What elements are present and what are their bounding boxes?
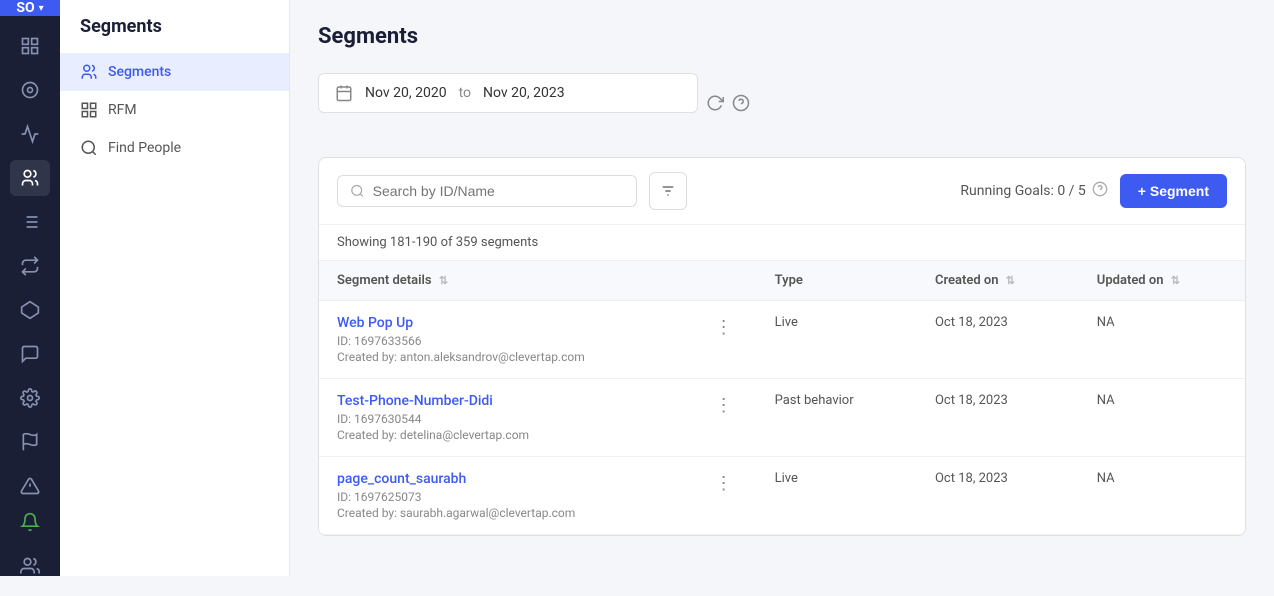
date-to-value: Nov 20, 2023 (483, 85, 565, 101)
flags-icon[interactable] (10, 424, 50, 460)
cell-created-on-2: Oct 18, 2023 (917, 457, 1079, 535)
sidebar: Segments Segments RFM Find People (60, 0, 290, 576)
segment-id-1: ID: 1697630544 (337, 412, 709, 426)
segment-name-0[interactable]: Web Pop Up (337, 315, 709, 331)
sidebar-item-find-people[interactable]: Find People (60, 129, 289, 167)
sidebar-title: Segments (60, 16, 289, 53)
cell-segment-details-2: page_count_saurabh ID: 1697625073 Create… (319, 457, 757, 535)
icon-bar: SO ▾ (0, 0, 60, 576)
search-icon (350, 183, 365, 199)
rfm-nav-icon (80, 101, 98, 119)
filter-button[interactable] (649, 172, 687, 210)
avatar-initials: SO (16, 0, 34, 16)
date-separator: to (459, 85, 471, 101)
refresh-icon[interactable] (706, 94, 724, 116)
team-icon[interactable] (10, 548, 50, 584)
filter-icon (660, 183, 676, 199)
add-segment-button[interactable]: + Segment (1120, 174, 1227, 208)
date-from: Nov 20, 2020 (365, 85, 447, 101)
segment-created-by-2: Created by: saurabh.agarwal@clevertap.co… (337, 506, 709, 520)
dashboard-icon[interactable] (10, 28, 50, 64)
alerts-icon[interactable] (10, 468, 50, 504)
controls-row: Running Goals: 0 / 5 + Segment (319, 158, 1245, 225)
icon-bar-bottom (10, 504, 50, 596)
search-wrap[interactable] (337, 175, 637, 207)
bell-icon[interactable] (10, 504, 50, 540)
segment-name-2[interactable]: page_count_saurabh (337, 471, 709, 487)
connectors-icon[interactable] (10, 292, 50, 328)
page-title: Segments (318, 24, 1246, 49)
cell-updated-on-0: NA (1079, 301, 1245, 379)
cell-updated-on-1: NA (1079, 379, 1245, 457)
analytics-icon[interactable] (10, 116, 50, 152)
segments-nav-icon (80, 63, 98, 81)
cell-created-on-0: Oct 18, 2023 (917, 301, 1079, 379)
sidebar-item-rfm-label: RFM (108, 102, 137, 118)
cell-segment-details-1: Test-Phone-Number-Didi ID: 1697630544 Cr… (319, 379, 757, 457)
showing-text: Showing 181-190 of 359 segments (319, 225, 1245, 261)
sidebar-item-rfm[interactable]: RFM (60, 91, 289, 129)
cell-updated-on-2: NA (1079, 457, 1245, 535)
date-range-bar[interactable]: Nov 20, 2020 to Nov 20, 2023 (318, 73, 698, 113)
segment-created-by-0: Created by: anton.aleksandrov@clevertap.… (337, 350, 709, 364)
sidebar-item-segments[interactable]: Segments (60, 53, 289, 91)
table-row: Web Pop Up ID: 1697633566 Created by: an… (319, 301, 1245, 379)
calendar-icon (335, 84, 353, 102)
col-type: Type (757, 261, 917, 301)
settings-icon[interactable] (10, 380, 50, 416)
table-row: page_count_saurabh ID: 1697625073 Create… (319, 457, 1245, 535)
segment-created-by-1: Created by: detelina@clevertap.com (337, 428, 709, 442)
segments-icon[interactable] (10, 160, 50, 196)
sidebar-item-segments-label: Segments (108, 64, 171, 80)
segment-name-1[interactable]: Test-Phone-Number-Didi (337, 393, 709, 409)
col-segment-details[interactable]: Segment details ⇅ (319, 261, 757, 301)
avatar-section[interactable]: SO ▾ (0, 0, 60, 16)
cell-type-0: Live (757, 301, 917, 379)
table-controls: Running Goals: 0 / 5 + Segment Showing 1… (318, 157, 1246, 536)
row-menu-button-0[interactable]: ⋮ (709, 315, 739, 340)
row-menu-button-2[interactable]: ⋮ (709, 471, 739, 496)
table-row: Test-Phone-Number-Didi ID: 1697630544 Cr… (319, 379, 1245, 457)
sort-icon-segment: ⇅ (439, 274, 448, 287)
search-input[interactable] (373, 183, 624, 199)
find-people-nav-icon (80, 139, 98, 157)
sort-icon-created: ⇅ (1006, 274, 1015, 287)
cell-type-1: Past behavior (757, 379, 917, 457)
sort-icon-updated: ⇅ (1171, 274, 1180, 287)
running-goals: Running Goals: 0 / 5 (960, 181, 1107, 201)
running-goals-help-icon[interactable] (1092, 181, 1108, 201)
segment-id-0: ID: 1697633566 (337, 334, 709, 348)
segments-table: Segment details ⇅ Type Created on ⇅ Upda… (319, 261, 1245, 535)
chevron-down-icon: ▾ (39, 3, 44, 14)
help-icon[interactable] (732, 94, 750, 116)
cell-type-2: Live (757, 457, 917, 535)
row-menu-button-1[interactable]: ⋮ (709, 393, 739, 418)
campaigns-icon[interactable] (10, 72, 50, 108)
cell-segment-details-0: Web Pop Up ID: 1697633566 Created by: an… (319, 301, 757, 379)
date-row: Nov 20, 2020 to Nov 20, 2023 (318, 73, 1246, 137)
col-updated-on[interactable]: Updated on ⇅ (1079, 261, 1245, 301)
funnels-icon[interactable] (10, 204, 50, 240)
sidebar-item-find-people-label: Find People (108, 140, 181, 156)
support-icon[interactable] (10, 336, 50, 372)
segment-id-2: ID: 1697625073 (337, 490, 709, 504)
main-content: Segments Nov 20, 2020 to Nov 20, 2023 (290, 0, 1274, 576)
table-header-row: Segment details ⇅ Type Created on ⇅ Upda… (319, 261, 1245, 301)
nav-icons (10, 16, 50, 504)
col-created-on[interactable]: Created on ⇅ (917, 261, 1079, 301)
journeys-icon[interactable] (10, 248, 50, 284)
cell-created-on-1: Oct 18, 2023 (917, 379, 1079, 457)
running-goals-text: Running Goals: 0 / 5 (960, 183, 1085, 199)
